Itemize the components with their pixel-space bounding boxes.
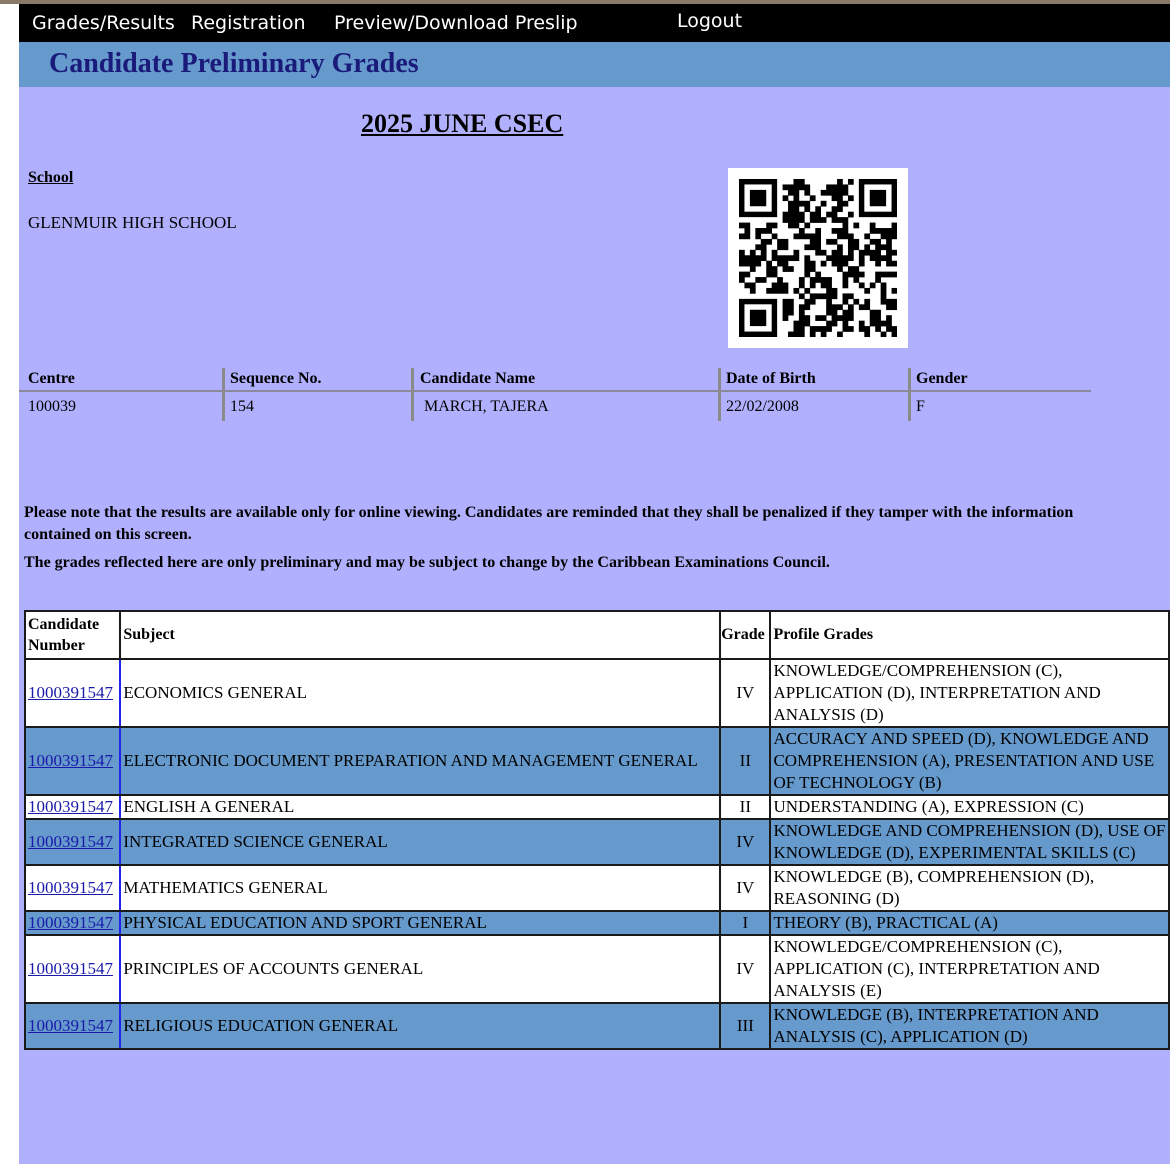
candidate-number-link[interactable]: 1000391547 bbox=[28, 797, 113, 816]
grade-cell: II bbox=[719, 794, 772, 820]
results-table-header: Candidate Number Subject Grade Profile G… bbox=[23, 610, 1170, 660]
profile-grades-cell: KNOWLEDGE (B), COMPREHENSION (D), REASON… bbox=[769, 864, 1170, 912]
candidate-number-link[interactable]: 1000391547 bbox=[28, 683, 113, 702]
nav-preview-download-preslip[interactable]: Preview/Download Preslip bbox=[334, 12, 578, 34]
results-table-body: 1000391547 ECONOMICS GENERAL IV KNOWLEDGE/C… bbox=[23, 658, 1170, 1050]
centre-value: 100039 bbox=[28, 398, 76, 415]
subject-cell: RELIGIOUS EDUCATION GENERAL bbox=[119, 1002, 722, 1050]
grade-cell: IV bbox=[719, 864, 772, 912]
top-nav: Grades/Results Registration Preview/Down… bbox=[19, 4, 1170, 42]
gender-value: F bbox=[916, 398, 925, 415]
profile-grades-cell: KNOWLEDGE AND COMPREHENSION (D), USE OF … bbox=[769, 818, 1170, 866]
candidate-number-link[interactable]: 1000391547 bbox=[28, 751, 113, 770]
profile-grades-header: Profile Grades bbox=[769, 610, 1170, 660]
grade-cell: IV bbox=[719, 658, 772, 728]
subject-cell: PRINCIPLES OF ACCOUNTS GENERAL bbox=[119, 934, 722, 1004]
subject-cell: ECONOMICS GENERAL bbox=[119, 658, 722, 728]
table-row: 1000391547 ELECTRONIC DOCUMENT PREPARATIO… bbox=[23, 726, 1170, 796]
subject-cell: PHYSICAL EDUCATION AND SPORT GENERAL bbox=[119, 910, 722, 936]
candidate-number-cell: 1000391547 bbox=[23, 910, 122, 936]
sequence-no-value: 154 bbox=[230, 398, 254, 415]
candidate-number-cell: 1000391547 bbox=[23, 1002, 122, 1050]
info-column-separator bbox=[908, 368, 911, 421]
table-row: 1000391547 ENGLISH A GENERAL II UNDERSTANDI… bbox=[23, 794, 1170, 820]
info-column-separator bbox=[222, 368, 225, 421]
date-of-birth-header: Date of Birth bbox=[726, 370, 816, 387]
candidate-number-link[interactable]: 1000391547 bbox=[28, 913, 113, 932]
subject-cell: ENGLISH A GENERAL bbox=[119, 794, 722, 820]
candidate-number-cell: 1000391547 bbox=[23, 726, 122, 796]
subject-cell: MATHEMATICS GENERAL bbox=[119, 864, 722, 912]
candidate-number-cell: 1000391547 bbox=[23, 934, 122, 1004]
info-header-rule bbox=[19, 390, 1091, 392]
grade-cell: IV bbox=[719, 818, 772, 866]
nav-registration[interactable]: Registration bbox=[191, 12, 306, 34]
candidate-name-value: MARCH, TAJERA bbox=[424, 398, 549, 415]
grade-cell: I bbox=[719, 910, 772, 936]
sequence-no-header: Sequence No. bbox=[230, 370, 322, 387]
candidate-name-header: Candidate Name bbox=[420, 370, 536, 387]
preliminary-grades-notice: The grades reflected here are only preli… bbox=[24, 554, 830, 571]
nav-grades-results[interactable]: Grades/Results bbox=[32, 12, 175, 34]
page: Grades/Results Registration Preview/Down… bbox=[19, 4, 1170, 1164]
table-row: 1000391547 INTEGRATED SCIENCE GENERAL IV KN… bbox=[23, 818, 1170, 866]
candidate-number-link[interactable]: 1000391547 bbox=[28, 1016, 113, 1035]
candidate-number-cell: 1000391547 bbox=[23, 864, 122, 912]
subject-cell: ELECTRONIC DOCUMENT PREPARATION AND MANA… bbox=[119, 726, 722, 796]
table-row: 1000391547 PRINCIPLES OF ACCOUNTS GENERAL… bbox=[23, 934, 1170, 1004]
profile-grades-cell: UNDERSTANDING (A), EXPRESSION (C) bbox=[769, 794, 1170, 820]
profile-grades-cell: KNOWLEDGE/COMPREHENSION (C), APPLICATION… bbox=[769, 658, 1170, 728]
table-row: 1000391547 PHYSICAL EDUCATION AND SPORT G… bbox=[23, 910, 1170, 936]
info-column-separator bbox=[411, 368, 414, 421]
candidate-number-header: Candidate Number bbox=[23, 610, 122, 660]
gender-header: Gender bbox=[916, 370, 968, 387]
page-title: Candidate Preliminary Grades bbox=[49, 48, 419, 79]
date-of-birth-value: 22/02/2008 bbox=[726, 398, 799, 415]
candidate-number-cell: 1000391547 bbox=[23, 658, 122, 728]
profile-grades-cell: ACCURACY AND SPEED (D), KNOWLEDGE AND CO… bbox=[769, 726, 1170, 796]
qr-code bbox=[728, 168, 908, 348]
qr-code-image bbox=[739, 179, 897, 337]
results-table: Candidate Number Subject Grade Profile G… bbox=[23, 610, 1170, 1050]
nav-logout[interactable]: Logout bbox=[677, 10, 742, 32]
grade-header: Grade bbox=[719, 610, 772, 660]
school-label: School bbox=[28, 169, 74, 186]
table-row: 1000391547 MATHEMATICS GENERAL IV KNOWLEDGE… bbox=[23, 864, 1170, 912]
candidate-number-cell: 1000391547 bbox=[23, 794, 122, 820]
subject-cell: INTEGRATED SCIENCE GENERAL bbox=[119, 818, 722, 866]
centre-header: Centre bbox=[28, 370, 75, 387]
profile-grades-cell: KNOWLEDGE/COMPREHENSION (C), APPLICATION… bbox=[769, 934, 1170, 1004]
profile-grades-cell: THEORY (B), PRACTICAL (A) bbox=[769, 910, 1170, 936]
grade-cell: II bbox=[719, 726, 772, 796]
school-name: GLENMUIR HIGH SCHOOL bbox=[28, 213, 237, 232]
grade-cell: III bbox=[719, 1002, 772, 1050]
candidate-number-link[interactable]: 1000391547 bbox=[28, 832, 113, 851]
online-viewing-notice: Please note that the results are availab… bbox=[24, 504, 1074, 543]
grade-cell: IV bbox=[719, 934, 772, 1004]
candidate-number-link[interactable]: 1000391547 bbox=[28, 878, 113, 897]
subject-header: Subject bbox=[119, 610, 722, 660]
info-column-separator bbox=[718, 368, 721, 421]
candidate-number-link[interactable]: 1000391547 bbox=[28, 959, 113, 978]
table-row: 1000391547 RELIGIOUS EDUCATION GENERAL III… bbox=[23, 1002, 1170, 1050]
title-banner: Candidate Preliminary Grades bbox=[19, 42, 1170, 87]
table-row: 1000391547 ECONOMICS GENERAL IV KNOWLEDGE/C… bbox=[23, 658, 1170, 728]
profile-grades-cell: KNOWLEDGE (B), INTERPRETATION AND ANALYS… bbox=[769, 1002, 1170, 1050]
exam-session-heading: 2025 JUNE CSEC bbox=[361, 109, 564, 138]
candidate-number-cell: 1000391547 bbox=[23, 818, 122, 866]
